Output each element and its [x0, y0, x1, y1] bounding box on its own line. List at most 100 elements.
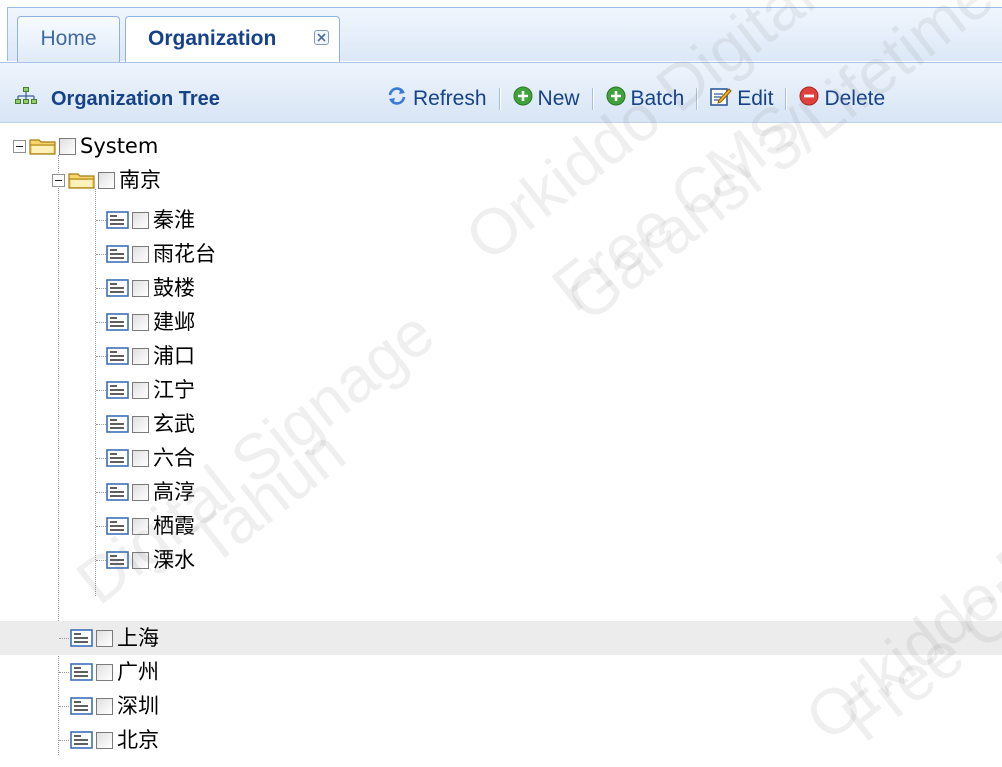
list-item-icon [106, 414, 130, 434]
node-checkbox[interactable] [132, 449, 149, 467]
tree-node-leaf[interactable]: 建邺 [0, 305, 1002, 339]
list-item-icon [106, 482, 130, 502]
list-item-icon [106, 244, 130, 264]
tree-connector [59, 638, 69, 639]
panel-title-label: Organization Tree [51, 87, 220, 110]
tree-node-leaf[interactable]: 浦口 [0, 339, 1002, 373]
collapse-toggle[interactable] [13, 139, 26, 153]
list-item-icon [106, 312, 130, 332]
node-checkbox[interactable] [132, 347, 149, 365]
batch-button[interactable]: Batch [602, 83, 689, 115]
list-item-icon [106, 550, 130, 570]
tree-node-leaf[interactable]: 玄武 [0, 407, 1002, 441]
toolbar: Refresh New Batch Edit Delete [382, 83, 889, 115]
tree-node-label: 上海 [117, 626, 159, 650]
tree-connector [96, 424, 106, 425]
tree-node-label: 南京 [119, 168, 161, 192]
tree-node-label: System [80, 134, 159, 158]
tree-node-label: 秦淮 [153, 208, 195, 232]
tree-node-label: 江宁 [153, 378, 195, 402]
tree-connector [96, 526, 106, 527]
node-checkbox[interactable] [132, 381, 149, 399]
list-item-icon [106, 346, 130, 366]
node-checkbox[interactable] [98, 171, 115, 189]
tree-node-label: 栖霞 [153, 514, 195, 538]
node-checkbox[interactable] [132, 245, 149, 263]
tree-node-leaf[interactable]: 深圳 [0, 689, 1002, 723]
tree-node-leaf[interactable]: 栖霞 [0, 509, 1002, 543]
tree-node-leaf[interactable]: 北京 [0, 723, 1002, 757]
tree-connector [59, 740, 69, 741]
toolbar-separator [696, 88, 699, 110]
toolbar-separator [591, 88, 594, 110]
tree-node-leaf[interactable]: 溧水 [0, 543, 1002, 577]
folder-open-icon [29, 136, 57, 156]
node-checkbox[interactable] [132, 211, 149, 229]
edit-label: Edit [737, 87, 774, 110]
tree-node-label: 雨花台 [153, 242, 216, 266]
node-checkbox[interactable] [132, 415, 149, 433]
tree-connector [96, 220, 106, 221]
add-icon [513, 86, 533, 112]
tree-node-leaf[interactable]: 鼓楼 [0, 271, 1002, 305]
tree-node-label: 建邺 [153, 310, 195, 334]
tree-node-label: 玄武 [153, 412, 195, 436]
node-checkbox[interactable] [132, 313, 149, 331]
tree-connector [96, 492, 106, 493]
collapse-toggle[interactable] [52, 173, 65, 187]
tree-node-leaf[interactable]: 高淳 [0, 475, 1002, 509]
tree-node-nanjing[interactable]: 南京 [0, 163, 1002, 197]
tree-node-label: 鼓楼 [153, 276, 195, 300]
list-item-icon [106, 210, 130, 230]
list-item-icon [106, 380, 130, 400]
list-item-icon [106, 516, 130, 536]
tab-strip: Home Organization [0, 0, 1002, 70]
node-checkbox[interactable] [96, 629, 113, 647]
tree-node-system[interactable]: System [0, 129, 1002, 163]
node-checkbox[interactable] [59, 137, 76, 155]
tree-connector [96, 322, 106, 323]
folder-open-icon [68, 170, 96, 190]
refresh-button[interactable]: Refresh [382, 83, 491, 115]
tree-node-leaf[interactable]: 六合 [0, 441, 1002, 475]
tree-node-leaf[interactable]: 雨花台 [0, 237, 1002, 271]
tab-organization-label: Organization [148, 27, 277, 50]
new-button[interactable]: New [509, 83, 584, 115]
tab-home[interactable]: Home [17, 16, 120, 66]
tab-bar: Home Organization [7, 7, 1002, 70]
delete-button[interactable]: Delete [795, 83, 889, 115]
list-item-icon [70, 662, 94, 682]
edit-button[interactable]: Edit [706, 83, 777, 115]
tree-connector [96, 254, 106, 255]
tree-node-leaf[interactable]: 江宁 [0, 373, 1002, 407]
node-checkbox[interactable] [96, 731, 113, 749]
tree-node-leaf[interactable]: 秦淮 [0, 203, 1002, 237]
tree-node-label: 广州 [117, 660, 159, 684]
refresh-label: Refresh [413, 87, 487, 110]
tree-node-leaf[interactable]: 上海 [0, 621, 1002, 655]
list-item-icon [106, 278, 130, 298]
tree-connector [96, 390, 106, 391]
tree-node-leaf[interactable]: 广州 [0, 655, 1002, 689]
tree-connector [96, 560, 106, 561]
remove-icon [799, 86, 819, 112]
org-tree-icon [15, 87, 37, 111]
tree-node-label: 深圳 [117, 694, 159, 718]
panel-title: Organization Tree [15, 87, 220, 111]
list-item-icon [106, 448, 130, 468]
tree-connector [96, 288, 106, 289]
tree-connector [96, 458, 106, 459]
tree-node-label: 溧水 [153, 548, 195, 572]
new-label: New [537, 87, 580, 110]
close-icon[interactable] [314, 30, 329, 45]
node-checkbox[interactable] [132, 551, 149, 569]
refresh-icon [386, 86, 408, 112]
node-checkbox[interactable] [96, 663, 113, 681]
node-checkbox[interactable] [96, 697, 113, 715]
list-item-icon [70, 696, 94, 716]
tree-connector [59, 672, 69, 673]
node-checkbox[interactable] [132, 279, 149, 297]
node-checkbox[interactable] [132, 517, 149, 535]
node-checkbox[interactable] [132, 483, 149, 501]
tree-node-label: 六合 [153, 446, 195, 470]
